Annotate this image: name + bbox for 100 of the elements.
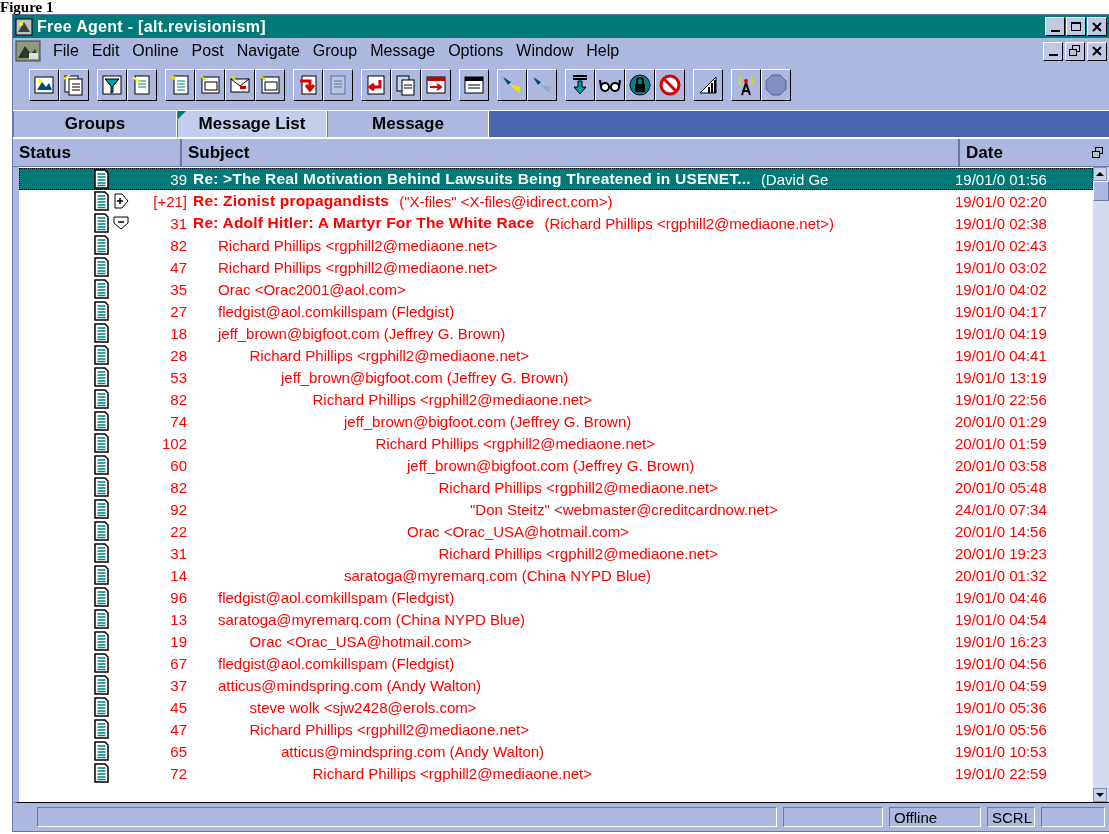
menu-item[interactable]: Post bbox=[187, 40, 233, 62]
toolbar-button[interactable] bbox=[225, 69, 255, 101]
message-date: 19/01/0 04:54 bbox=[955, 610, 1048, 628]
minimize-button[interactable] bbox=[1043, 41, 1063, 61]
toolbar-button[interactable] bbox=[323, 69, 353, 101]
message-author: atticus@mindspring.com (Andy Walton) bbox=[281, 742, 545, 760]
close-button[interactable] bbox=[1087, 17, 1107, 36]
message-author: Richard Phillips <rgphill2@mediaone.net> bbox=[312, 390, 593, 408]
reply-count: 74 bbox=[169, 412, 187, 430]
message-row[interactable]: 13 saratoga@myremarq.com (China NYPD Blue) 19/01/0 04:54 bbox=[19, 608, 1093, 630]
maximize-button[interactable] bbox=[1066, 17, 1086, 36]
menu-item[interactable]: Edit bbox=[87, 40, 129, 62]
document-icon bbox=[94, 301, 109, 321]
menu-item[interactable]: Navigate bbox=[232, 40, 309, 62]
toolbar-button[interactable] bbox=[127, 69, 157, 101]
expand-icon[interactable] bbox=[113, 193, 129, 209]
close-button[interactable] bbox=[1087, 41, 1107, 61]
message-row[interactable]: 31 Re: Adolf Hitler: A Martyr For The White Race (Richard Phillips <rgphill2@mediaone.net>) 19/01/0 02:38 bbox=[19, 212, 1093, 234]
scrollbar[interactable] bbox=[1093, 167, 1109, 802]
tab[interactable]: Message bbox=[327, 111, 489, 137]
message-date: 19/01/0 02:38 bbox=[955, 214, 1048, 232]
message-row[interactable]: 96 fledgist@aol.comkillspam (Fledgist) 19/01/0 04:46 bbox=[19, 586, 1093, 608]
message-date: 20/01/0 14:56 bbox=[955, 522, 1048, 540]
menu-item[interactable]: Window bbox=[512, 40, 583, 62]
toolbar-button[interactable] bbox=[761, 69, 791, 101]
toolbar-button[interactable] bbox=[731, 69, 761, 101]
message-row[interactable]: 102 Richard Phillips <rgphill2@mediaone.net> 20/01/0 01:59 bbox=[19, 432, 1093, 454]
message-row[interactable]: 28 Richard Phillips <rgphill2@mediaone.net> 19/01/0 04:41 bbox=[19, 344, 1093, 366]
message-row[interactable]: 39 Re: >The Real Motivation Behind Lawsuits Being Threatened in USENET... (David Ge 19/01/0 01:56 bbox=[19, 168, 1093, 190]
app-logo-icon bbox=[15, 17, 33, 36]
message-row[interactable]: 82 Richard Phillips <rgphill2@mediaone.net> 19/01/0 02:43 bbox=[19, 234, 1093, 256]
toolbar-button[interactable] bbox=[421, 69, 451, 101]
reply-count: 82 bbox=[169, 478, 187, 496]
message-row[interactable]: 18 jeff_brown@bigfoot.com (Jeffrey G. Brown) 19/01/0 04:19 bbox=[19, 322, 1093, 344]
toolbar-button[interactable] bbox=[59, 69, 89, 101]
toolbar-button[interactable] bbox=[497, 69, 527, 101]
message-subject: Re: Adolf Hitler: A Martyr For The White Race bbox=[193, 214, 535, 232]
tab[interactable]: Message List bbox=[177, 111, 327, 137]
figure-caption: Figure 1 bbox=[0, 0, 54, 14]
reply-count: 72 bbox=[169, 764, 187, 782]
message-row[interactable]: 53 jeff_brown@bigfoot.com (Jeffrey G. Brown) 19/01/0 13:19 bbox=[19, 366, 1093, 388]
menu-item[interactable]: Help bbox=[582, 40, 629, 62]
message-row[interactable]: 45 steve wolk <sjw2428@erols.com> 19/01/0 05:36 bbox=[19, 696, 1093, 718]
menu-item[interactable]: Options bbox=[444, 40, 513, 62]
reply-count: 27 bbox=[169, 302, 187, 320]
message-row[interactable]: 22 Orac <Orac_USA@hotmail.com> 20/01/0 14:56 bbox=[19, 520, 1093, 542]
toolbar-button[interactable] bbox=[97, 69, 127, 101]
minimize-button[interactable] bbox=[1045, 17, 1065, 36]
reply-count: 35 bbox=[169, 280, 187, 298]
message-date: 20/01/0 19:23 bbox=[955, 544, 1048, 562]
restore-icon bbox=[1068, 44, 1082, 58]
message-row[interactable]: [+21] Re: Zionist propagandists ("X-files" <X-files@idirect.com>) 19/01/0 02:20 bbox=[19, 190, 1093, 212]
toolbar-button[interactable] bbox=[527, 69, 557, 101]
message-row[interactable]: 82 Richard Phillips <rgphill2@mediaone.net> 20/01/0 05:48 bbox=[19, 476, 1093, 498]
message-row[interactable]: 14 saratoga@myremarq.com (China NYPD Blue) 20/01/0 01:32 bbox=[19, 564, 1093, 586]
menu-item[interactable]: Group bbox=[308, 40, 367, 62]
toolbar-button[interactable] bbox=[29, 69, 59, 101]
document-icon bbox=[94, 543, 109, 563]
column-header[interactable]: Date bbox=[960, 139, 1087, 166]
menu-item[interactable]: Message bbox=[366, 40, 445, 62]
message-row[interactable]: 27 fledgist@aol.comkillspam (Fledgist) 19/01/0 04:17 bbox=[19, 300, 1093, 322]
restore-button[interactable] bbox=[1065, 41, 1085, 61]
message-date: 24/01/0 07:34 bbox=[955, 500, 1048, 518]
collapse-icon[interactable] bbox=[113, 215, 129, 231]
message-row[interactable]: 19 Orac <Orac_USA@hotmail.com> 19/01/0 16:23 bbox=[19, 630, 1093, 652]
message-date: 19/01/0 04:19 bbox=[955, 324, 1048, 342]
toolbar-button[interactable] bbox=[165, 69, 195, 101]
toolbar-button[interactable] bbox=[361, 69, 391, 101]
message-row[interactable]: 82 Richard Phillips <rgphill2@mediaone.net> 19/01/0 22:56 bbox=[19, 388, 1093, 410]
document-stack-icon bbox=[394, 73, 418, 97]
toolbar-button[interactable] bbox=[459, 69, 489, 101]
message-row[interactable]: 31 Richard Phillips <rgphill2@mediaone.net> 20/01/0 19:23 bbox=[19, 542, 1093, 564]
message-row[interactable]: 72 Richard Phillips <rgphill2@mediaone.net> 19/01/0 22:59 bbox=[19, 762, 1093, 784]
message-row[interactable]: 65 atticus@mindspring.com (Andy Walton) 19/01/0 10:53 bbox=[19, 740, 1093, 762]
message-row[interactable]: 37 atticus@mindspring.com (Andy Walton) 19/01/0 04:59 bbox=[19, 674, 1093, 696]
toolbar-button[interactable] bbox=[391, 69, 421, 101]
toolbar-button[interactable] bbox=[693, 69, 723, 101]
toolbar-button[interactable] bbox=[655, 69, 685, 101]
message-row[interactable]: 92 "Don Steitz" <webmaster@creditcardnow.net> 24/01/0 07:34 bbox=[19, 498, 1093, 520]
message-row[interactable]: 67 fledgist@aol.comkillspam (Fledgist) 19/01/0 04:56 bbox=[19, 652, 1093, 674]
status-pane: SCRL bbox=[987, 807, 1035, 827]
reply-count: 22 bbox=[169, 522, 187, 540]
message-row[interactable]: 60 jeff_brown@bigfoot.com (Jeffrey G. Brown) 20/01/0 03:58 bbox=[19, 454, 1093, 476]
menu-item[interactable]: File bbox=[49, 40, 88, 62]
toolbar-button[interactable] bbox=[595, 69, 625, 101]
toolbar-button[interactable] bbox=[255, 69, 285, 101]
scroll-thumb[interactable] bbox=[1093, 181, 1109, 201]
menu-item[interactable]: Online bbox=[128, 40, 188, 62]
message-row[interactable]: 47 Richard Phillips <rgphill2@mediaone.net> 19/01/0 05:56 bbox=[19, 718, 1093, 740]
message-row[interactable]: 74 jeff_brown@bigfoot.com (Jeffrey G. Brown) 20/01/0 01:29 bbox=[19, 410, 1093, 432]
toolbar-button[interactable] bbox=[565, 69, 595, 101]
message-author: saratoga@myremarq.com (China NYPD Blue) bbox=[218, 610, 525, 628]
toolbar-button[interactable] bbox=[293, 69, 323, 101]
toolbar-button[interactable] bbox=[625, 69, 655, 101]
tab[interactable]: Groups bbox=[13, 111, 177, 137]
toolbar-button[interactable] bbox=[195, 69, 225, 101]
message-row[interactable]: 47 Richard Phillips <rgphill2@mediaone.net> 19/01/0 03:02 bbox=[19, 256, 1093, 278]
message-date: 20/01/0 01:29 bbox=[955, 412, 1048, 430]
message-row[interactable]: 35 Orac <Orac2001@aol.com> 19/01/0 04:02 bbox=[19, 278, 1093, 300]
document-icon bbox=[94, 235, 109, 255]
